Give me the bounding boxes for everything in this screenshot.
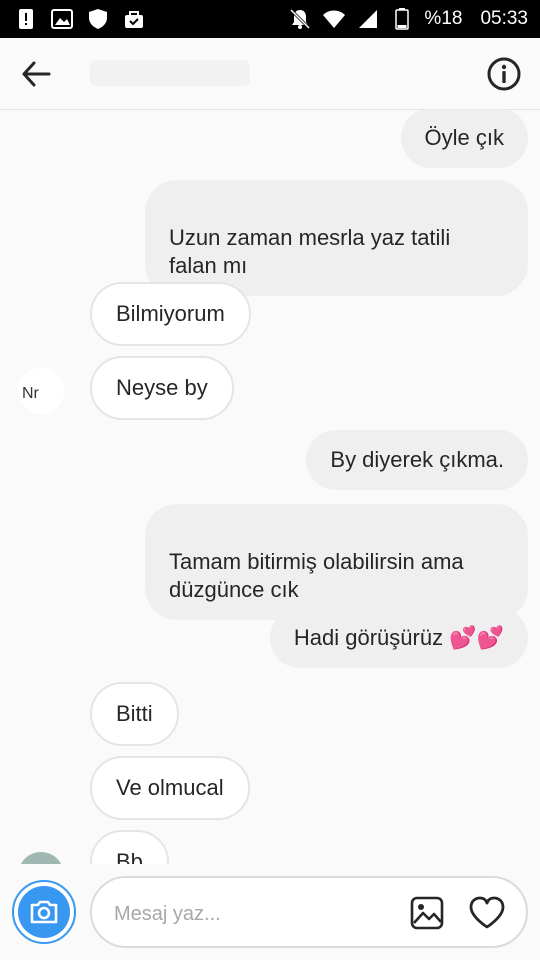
gallery-icon[interactable] xyxy=(410,896,444,930)
shield-icon xyxy=(86,7,110,31)
message-text: Bitti xyxy=(116,701,153,726)
message-text: By diyerek çıkma. xyxy=(330,447,504,472)
heart-icon[interactable] xyxy=(468,894,506,932)
message-text: Bilmiyorum xyxy=(116,301,225,326)
message-text: Bb xyxy=(116,849,143,864)
message-bubble-outgoing[interactable]: By diyerek çıkma. xyxy=(306,430,528,490)
message-bubble-outgoing[interactable]: Hadi görüşürüz 💕💕 xyxy=(269,608,528,668)
notifications-off-icon xyxy=(288,7,312,31)
camera-icon xyxy=(18,886,70,938)
back-arrow-icon[interactable] xyxy=(20,58,52,90)
message-composer xyxy=(0,864,540,960)
message-input[interactable] xyxy=(114,900,394,928)
message-text: Uzun zaman mesrla yaz tatili falan mı xyxy=(169,225,451,278)
signal-icon xyxy=(356,7,380,31)
message-bubble-outgoing[interactable]: Uzun zaman mesrla yaz tatili falan mı xyxy=(145,180,528,296)
message-input-container[interactable] xyxy=(90,876,528,948)
info-icon[interactable] xyxy=(486,56,522,92)
message-bubble-incoming[interactable]: Bitti xyxy=(90,682,179,746)
avatar[interactable] xyxy=(18,852,64,864)
message-bubble-incoming[interactable]: Neyse by xyxy=(90,356,234,420)
avatar[interactable]: Nr xyxy=(18,368,64,414)
message-bubble-incoming[interactable]: Bb xyxy=(90,830,169,864)
clock: 05:33 xyxy=(480,8,528,29)
battery-icon xyxy=(390,7,414,31)
message-text: Neyse by xyxy=(116,375,208,400)
status-bar: %18 05:33 xyxy=(0,0,540,38)
message-bubble-incoming[interactable]: Ve olmucal xyxy=(90,756,250,820)
message-text: Öyle çık xyxy=(424,125,504,150)
battery-percent: %18 xyxy=(424,8,463,29)
chat-header xyxy=(0,38,540,110)
message-bubble-outgoing[interactable]: Öyle çık xyxy=(400,110,528,168)
message-text: Tamam bitirmiş olabilirsin ama düzgünce … xyxy=(169,549,464,602)
camera-button[interactable] xyxy=(12,880,76,944)
wifi-icon xyxy=(322,7,346,31)
alert-icon xyxy=(14,7,38,31)
message-bubble-incoming[interactable]: Bilmiyorum xyxy=(90,282,251,346)
shopping-bag-icon xyxy=(122,7,146,31)
obscured-username[interactable] xyxy=(90,60,250,86)
message-bubble-outgoing[interactable]: Tamam bitirmiş olabilirsin ama düzgünce … xyxy=(145,504,528,620)
message-text: Hadi görüşürüz 💕💕 xyxy=(293,625,504,650)
svg-text:Nr: Nr xyxy=(22,385,40,402)
message-thread[interactable]: Öyle çık Uzun zaman mesrla yaz tatili fa… xyxy=(0,110,540,864)
image-icon xyxy=(50,7,74,31)
message-text: Ve olmucal xyxy=(116,775,224,800)
